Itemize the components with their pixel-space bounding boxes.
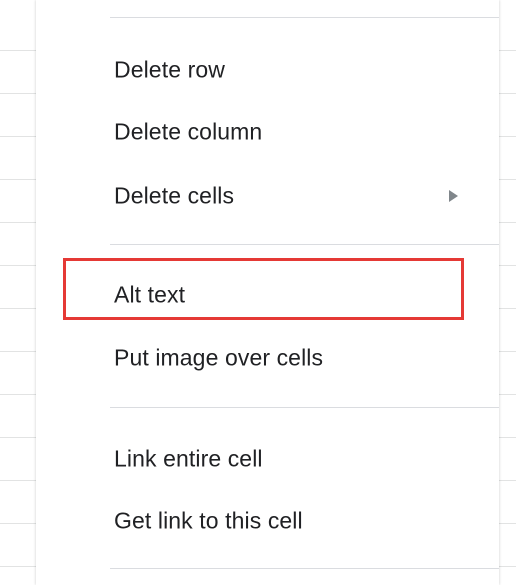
grid-line [0, 566, 36, 567]
grid-line [0, 308, 36, 309]
grid-line [499, 93, 516, 94]
grid-line [0, 437, 36, 438]
menu-item-link-entire-cell[interactable]: Link entire cell [36, 433, 499, 485]
menu-item-delete-row[interactable]: Delete row [36, 44, 499, 96]
menu-item-delete-cells[interactable]: Delete cells [36, 170, 499, 222]
menu-item-alt-text[interactable]: Alt text [36, 269, 499, 321]
grid-line [0, 222, 36, 223]
menu-separator [110, 568, 499, 569]
grid-line [0, 351, 36, 352]
grid-line [499, 222, 516, 223]
grid-line [0, 179, 36, 180]
triangle-right-icon [449, 190, 458, 202]
grid-line [499, 308, 516, 309]
grid-line [499, 179, 516, 180]
menu-item-label: Delete row [114, 56, 225, 83]
menu-item-label: Alt text [114, 281, 186, 308]
menu-item-get-link-to-this-cell[interactable]: Get link to this cell [36, 495, 499, 547]
grid-line [0, 265, 36, 266]
menu-item-label: Delete column [114, 118, 263, 145]
spreadsheet-background: Delete row Delete column Delete cells Al… [0, 0, 516, 585]
grid-line [499, 136, 516, 137]
grid-line [0, 480, 36, 481]
menu-item-label: Delete cells [114, 182, 235, 209]
grid-line [499, 437, 516, 438]
grid-line [0, 394, 36, 395]
grid-line [0, 50, 36, 51]
grid-line [499, 50, 516, 51]
menu-item-label: Put image over cells [114, 344, 324, 371]
grid-line [499, 394, 516, 395]
grid-line [0, 93, 36, 94]
grid-line [499, 523, 516, 524]
grid-line [499, 265, 516, 266]
menu-separator [110, 407, 499, 408]
grid-line [0, 523, 36, 524]
menu-item-label: Get link to this cell [114, 507, 303, 534]
grid-line [499, 480, 516, 481]
menu-separator [110, 244, 499, 245]
menu-item-label: Link entire cell [114, 445, 263, 472]
context-menu: Delete row Delete column Delete cells Al… [36, 0, 499, 585]
grid-line [0, 136, 36, 137]
menu-item-delete-column[interactable]: Delete column [36, 106, 499, 158]
grid-line [499, 566, 516, 567]
menu-separator [110, 17, 499, 18]
menu-item-put-image-over-cells[interactable]: Put image over cells [36, 332, 499, 384]
grid-line [499, 351, 516, 352]
